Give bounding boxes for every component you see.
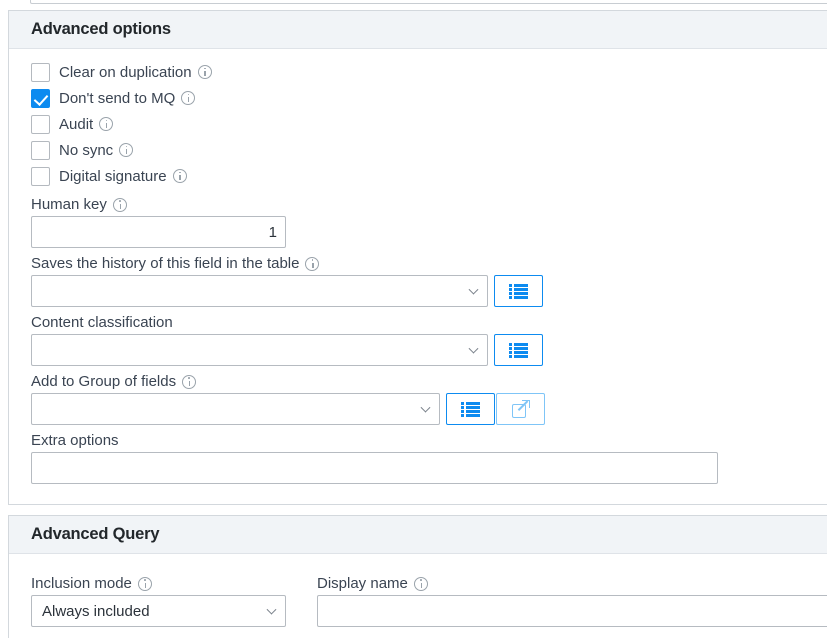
list-icon	[509, 283, 528, 299]
advanced-options-panel: Advanced options Clear on duplication Do…	[8, 10, 827, 505]
advanced-query-title: Advanced Query	[31, 525, 160, 543]
human-key-label-row: Human key	[31, 196, 827, 213]
chevron-down-icon	[420, 402, 431, 413]
inclusion-mode-select[interactable]: Always included	[31, 595, 286, 627]
checkbox-label-digital-signature: Digital signature	[59, 167, 167, 185]
advanced-options-title: Advanced options	[31, 20, 171, 38]
history-field-row	[31, 275, 827, 307]
settings-form-page: Advanced options Clear on duplication Do…	[0, 0, 827, 638]
group-of-fields-list-button[interactable]	[446, 393, 495, 425]
info-icon[interactable]	[99, 117, 114, 131]
checkbox-digital-signature[interactable]	[31, 166, 50, 186]
advanced-query-body: Inclusion mode Always included Display n…	[9, 554, 827, 627]
group-of-fields-field-row	[31, 393, 827, 425]
checkbox-clear-on-duplication[interactable]	[31, 62, 50, 82]
human-key-label: Human key	[31, 196, 107, 213]
external-link-icon	[511, 400, 530, 418]
checkbox-dont-send-to-mq[interactable]	[31, 88, 50, 108]
checkbox-row-digital-signature[interactable]: Digital signature	[31, 163, 827, 189]
checkbox-label-no-sync: No sync	[59, 141, 114, 159]
info-icon[interactable]	[172, 169, 187, 183]
checkbox-label-audit: Audit	[59, 115, 94, 133]
inclusion-mode-group: Inclusion mode Always included	[31, 568, 286, 627]
inclusion-mode-select-value: Always included	[42, 602, 150, 620]
group-of-fields-select[interactable]	[31, 393, 440, 425]
checkbox-label-clear-on-duplication: Clear on duplication	[59, 63, 192, 81]
list-icon	[509, 342, 528, 358]
info-icon[interactable]	[197, 65, 212, 79]
extra-options-label-row: Extra options	[31, 432, 827, 449]
history-label: Saves the history of this field in the t…	[31, 255, 300, 272]
history-select[interactable]	[31, 275, 488, 307]
extra-options-input[interactable]	[31, 452, 718, 484]
checkbox-row-no-sync[interactable]: No sync	[31, 137, 827, 163]
content-classification-label-row: Content classification	[31, 314, 827, 331]
list-icon	[461, 401, 480, 417]
advanced-query-header: Advanced Query	[9, 516, 827, 554]
checkbox-no-sync[interactable]	[31, 140, 50, 160]
display-name-label: Display name	[317, 575, 408, 592]
display-name-input[interactable]	[317, 595, 827, 627]
history-label-row: Saves the history of this field in the t…	[31, 255, 827, 272]
content-classification-select[interactable]	[31, 334, 488, 366]
chevron-down-icon	[266, 604, 277, 615]
checkbox-label-dont-send-to-mq: Don't send to MQ	[59, 89, 176, 107]
human-key-input[interactable]	[31, 216, 286, 248]
info-icon[interactable]	[305, 256, 320, 271]
group-of-fields-label-row: Add to Group of fields	[31, 373, 827, 390]
inclusion-mode-label: Inclusion mode	[31, 575, 132, 592]
group-of-fields-label: Add to Group of fields	[31, 373, 177, 390]
display-name-label-row: Display name	[317, 575, 827, 592]
previous-panel-edge	[30, 0, 827, 4]
info-icon[interactable]	[181, 91, 196, 105]
info-icon[interactable]	[182, 374, 197, 389]
inclusion-mode-label-row: Inclusion mode	[31, 575, 286, 592]
extra-options-label: Extra options	[31, 432, 119, 449]
advanced-options-header: Advanced options	[9, 11, 827, 49]
content-classification-field-row	[31, 334, 827, 366]
display-name-group: Display name	[317, 568, 827, 627]
checkbox-row-dont-send-to-mq[interactable]: Don't send to MQ	[31, 85, 827, 111]
group-of-fields-open-button[interactable]	[496, 393, 545, 425]
checkbox-audit[interactable]	[31, 114, 50, 134]
chevron-down-icon	[468, 343, 479, 354]
content-classification-label: Content classification	[31, 314, 173, 331]
info-icon[interactable]	[137, 576, 152, 591]
advanced-query-fields: Inclusion mode Always included Display n…	[31, 564, 827, 627]
info-icon[interactable]	[413, 576, 428, 591]
advanced-options-body: Clear on duplication Don't send to MQ Au…	[9, 49, 827, 484]
advanced-query-panel: Advanced Query Inclusion mode Always inc…	[8, 515, 827, 638]
info-icon[interactable]	[119, 143, 134, 157]
chevron-down-icon	[468, 284, 479, 295]
content-classification-list-button[interactable]	[494, 334, 543, 366]
checkbox-row-audit[interactable]: Audit	[31, 111, 827, 137]
history-list-button[interactable]	[494, 275, 543, 307]
checkbox-row-clear-on-duplication[interactable]: Clear on duplication	[31, 59, 827, 85]
info-icon[interactable]	[112, 197, 127, 212]
